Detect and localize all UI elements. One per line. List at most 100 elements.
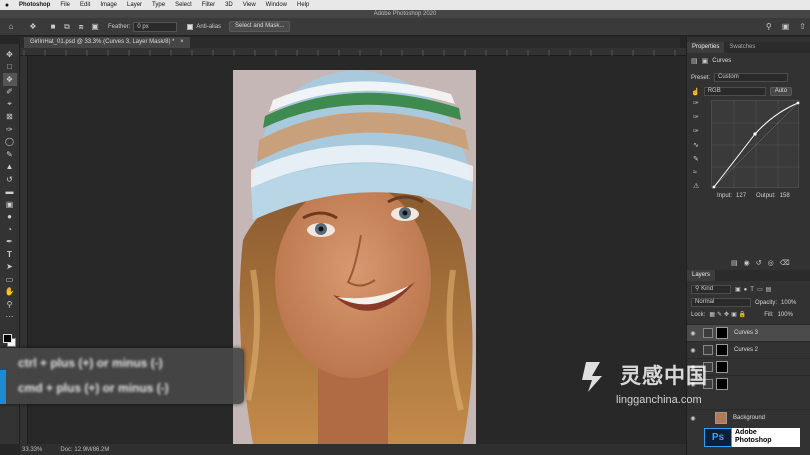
type-tool-icon[interactable]: T	[3, 248, 17, 261]
shape-tool-icon[interactable]: ▭	[3, 273, 17, 286]
layer-curves-3[interactable]: ◉ Curves 3	[687, 324, 810, 341]
blend-row: Normal Opacity: 100%	[691, 298, 796, 307]
tab-properties[interactable]: Properties	[687, 42, 725, 53]
reset-icon[interactable]: ↺	[756, 259, 762, 267]
layer-mask-thumbnail[interactable]	[716, 344, 728, 356]
apple-icon[interactable]: ●	[0, 2, 14, 9]
menu-view[interactable]: View	[238, 2, 261, 8]
curve-point-white[interactable]	[796, 101, 800, 105]
eyedropper-white-icon[interactable]: ✑	[693, 127, 705, 135]
pen-tool-icon[interactable]: ✒	[3, 236, 17, 249]
lasso-tool-icon[interactable]: ❖	[2, 73, 17, 86]
eyedropper-black-icon[interactable]: ✑	[693, 99, 705, 107]
crop-tool-icon[interactable]: ⌖	[3, 98, 17, 111]
ps-logo-line2: Photoshop	[735, 437, 772, 444]
input-value[interactable]: 127	[736, 193, 746, 199]
dodge-tool-icon[interactable]: ◔	[3, 223, 17, 236]
menu-window[interactable]: Window	[261, 2, 292, 8]
menu-filter[interactable]: Filter	[197, 2, 220, 8]
more-tools-icon[interactable]: ⋯	[3, 311, 17, 324]
layer-mask-thumbnail[interactable]	[716, 327, 728, 339]
healing-brush-tool-icon[interactable]: ◯	[3, 136, 17, 149]
opacity-value[interactable]: 100%	[781, 300, 796, 306]
antialias-checkbox[interactable]	[187, 23, 194, 30]
menu-bar: ● Photoshop File Edit Image Layer Type S…	[0, 0, 810, 10]
tab-layers[interactable]: Layers	[687, 270, 716, 281]
photoshop-logo: Ps Adobe Photoshop	[704, 428, 800, 447]
output-value[interactable]: 158	[780, 193, 790, 199]
share-icon[interactable]: ⇧	[799, 22, 806, 31]
home-icon[interactable]: ⌂	[4, 20, 18, 34]
document-image[interactable]	[233, 70, 476, 444]
eye-icon[interactable]: ◉	[687, 330, 699, 337]
horizontal-ruler	[20, 48, 686, 56]
eye-icon[interactable]: ◉	[687, 347, 699, 354]
document-tab[interactable]: GirlInHat_01.psd @ 33.3% (Curves 3, Laye…	[24, 37, 190, 48]
clone-stamp-tool-icon[interactable]: ▲	[3, 161, 17, 174]
visibility-icon[interactable]: ◎	[768, 259, 774, 267]
menu-layer[interactable]: Layer	[122, 2, 147, 8]
smooth-icon[interactable]: ≈	[693, 169, 705, 176]
gradient-tool-icon[interactable]: ▣	[3, 198, 17, 211]
antialias-label: Anti-alias	[196, 23, 222, 30]
new-selection-icon[interactable]: ■	[46, 20, 60, 34]
clipping-warning-icon[interactable]: ⚠	[693, 182, 705, 190]
lock-row: Lock: ▦✎✥▣🔒 Fill: 100%	[691, 311, 793, 319]
menu-image[interactable]: Image	[95, 2, 122, 8]
foreground-color-swatch[interactable]	[3, 334, 12, 343]
eyedropper-gray-icon[interactable]: ✑	[693, 113, 705, 121]
search-icon[interactable]: ⚲	[766, 22, 772, 31]
history-brush-tool-icon[interactable]: ↺	[3, 173, 17, 186]
caption-accent-bar	[0, 370, 6, 404]
menu-3d[interactable]: 3D	[220, 2, 238, 8]
feather-input[interactable]: 0 px	[133, 21, 178, 32]
layer-curves-2[interactable]: ◉ Curves 2	[687, 341, 810, 358]
targeted-adjustment-icon[interactable]: ☝	[691, 88, 700, 96]
curve-points-icon[interactable]: ∿	[693, 141, 705, 149]
menu-type[interactable]: Type	[147, 2, 170, 8]
move-tool-icon[interactable]: ✥	[3, 48, 17, 61]
intersect-selection-icon[interactable]: ▣	[88, 20, 102, 34]
select-and-mask-button[interactable]: Select and Mask...	[229, 21, 291, 32]
pencil-icon[interactable]: ✎	[693, 155, 705, 163]
view-previous-icon[interactable]: ◉	[744, 259, 750, 267]
eraser-tool-icon[interactable]: ▬	[3, 186, 17, 199]
brush-tool-icon[interactable]: ✎	[3, 148, 17, 161]
delete-icon[interactable]: ⌫	[780, 259, 790, 267]
blend-mode-select[interactable]: Normal	[691, 298, 751, 307]
lasso-tool-preset-icon[interactable]: ❖	[26, 20, 40, 34]
hand-tool-icon[interactable]: ✋	[3, 286, 17, 299]
menu-photoshop[interactable]: Photoshop	[14, 2, 55, 8]
curves-graph[interactable]	[711, 100, 801, 190]
menu-select[interactable]: Select	[170, 2, 197, 8]
menu-file[interactable]: File	[55, 2, 75, 8]
clip-to-layer-icon[interactable]: ▤	[731, 259, 738, 267]
menu-edit[interactable]: Edit	[75, 2, 95, 8]
curve-point[interactable]	[753, 132, 757, 136]
quick-select-tool-icon[interactable]: ✐	[3, 86, 17, 99]
eyedropper-tool-icon[interactable]: ✑	[3, 123, 17, 136]
zoom-tool-icon[interactable]: ⚲	[3, 298, 17, 311]
fill-value[interactable]: 100%	[778, 312, 793, 318]
blur-tool-icon[interactable]: ●	[3, 211, 17, 224]
path-select-tool-icon[interactable]: ➤	[3, 261, 17, 274]
frame-tool-icon[interactable]: ⊠	[3, 111, 17, 124]
lock-icons[interactable]: ▦✎✥▣🔒	[709, 311, 748, 318]
subtract-selection-icon[interactable]: ⧈	[74, 20, 88, 34]
marquee-tool-icon[interactable]: □	[3, 61, 17, 74]
menu-help[interactable]: Help	[292, 2, 314, 8]
preset-select[interactable]: Custom	[714, 73, 789, 82]
close-icon[interactable]: ×	[180, 39, 184, 45]
filter-icons[interactable]: ▣●T▭▤	[735, 286, 774, 293]
kind-filter-select[interactable]: ⚲ Kind	[691, 285, 731, 294]
zoom-level[interactable]: 33.33%	[22, 447, 42, 453]
document-tab-label: GirlInHat_01.psd @ 33.3% (Curves 3, Laye…	[30, 39, 175, 45]
options-bar: ⌂ ❖ ■ ⧉ ⧈ ▣ Feather: 0 px Anti-alias Sel…	[0, 18, 810, 36]
auto-button[interactable]: Auto	[769, 87, 793, 96]
tab-swatches[interactable]: Swatches	[724, 42, 760, 53]
workspace-icon[interactable]: ▣	[782, 22, 790, 31]
add-selection-icon[interactable]: ⧉	[60, 20, 74, 34]
curve-point-black[interactable]	[712, 185, 716, 189]
channel-select[interactable]: RGB	[703, 87, 766, 96]
curves-adjustment-icon	[703, 345, 713, 355]
